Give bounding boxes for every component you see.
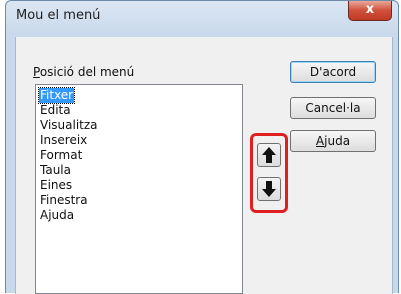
arrow-down-icon	[262, 181, 276, 197]
arrow-up-icon	[262, 147, 276, 163]
menu-position-label: Posició del menú	[33, 65, 134, 79]
list-item-eines[interactable]: Eines	[39, 178, 73, 193]
move-buttons-highlight	[250, 133, 288, 213]
ok-button[interactable]: D'acord	[290, 61, 376, 83]
list-item-visualitza[interactable]: Visualitza	[39, 118, 99, 133]
cancel-button[interactable]: Cancel·la	[290, 97, 376, 119]
list-item-format[interactable]: Format	[39, 148, 83, 163]
list-item-taula[interactable]: Taula	[39, 163, 72, 178]
dialog-content: Posició del menú Fitxer Edita Visualitza…	[15, 37, 393, 294]
close-button[interactable]: x	[348, 1, 392, 21]
list-item-insereix[interactable]: Insereix	[39, 133, 88, 148]
menu-position-label-text: osició del menú	[39, 65, 135, 79]
help-button[interactable]: Ajuda	[290, 130, 376, 152]
dialog-window: Mou el menú x Posició del menú Fitxer Ed…	[5, 0, 399, 294]
list-item-fitxer[interactable]: Fitxer	[37, 87, 76, 104]
close-icon: x	[365, 2, 375, 17]
list-item-finestra[interactable]: Finestra	[39, 193, 89, 208]
menu-position-mnemonic: P	[33, 65, 40, 79]
menu-position-list[interactable]: Fitxer Edita Visualitza Insereix Format …	[35, 84, 243, 294]
list-item-edita[interactable]: Edita	[39, 103, 72, 118]
help-mnemonic: A	[315, 134, 325, 148]
window-title: Mou el menú	[16, 8, 101, 23]
move-down-button[interactable]	[257, 177, 281, 201]
list-item-ajuda[interactable]: Ajuda	[39, 208, 75, 223]
help-label: juda	[324, 134, 351, 148]
move-up-button[interactable]	[257, 143, 281, 167]
